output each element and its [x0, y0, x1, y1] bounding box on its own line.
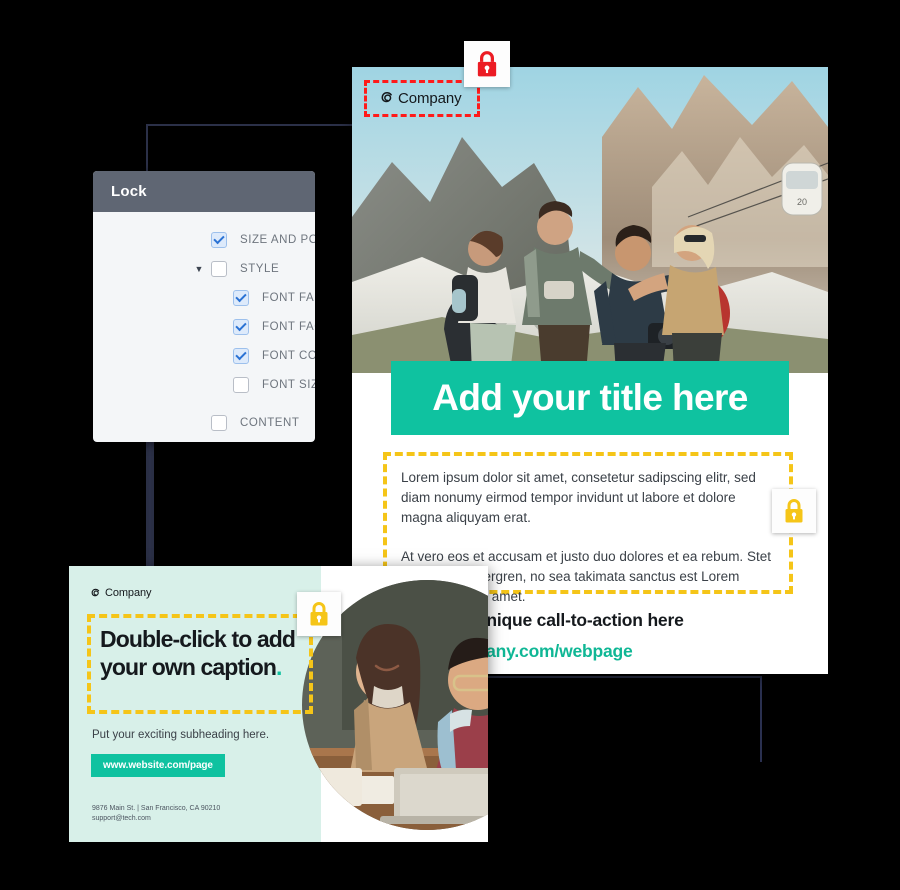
lock-panel[interactable]: Lock SIZE AND POSITION ▼ STYLE FONT FAMI…	[93, 171, 315, 442]
card-website-button[interactable]: www.website.com/page	[91, 754, 225, 777]
checkbox-font-color[interactable]	[233, 347, 249, 364]
card-subheading: Put your exciting subheading here.	[92, 729, 270, 741]
caption-lock-selection-yellow[interactable]: Double-click to add your own caption.	[87, 614, 313, 714]
caption-card-preview[interactable]: Company Double-click to add your own cap…	[69, 566, 488, 842]
lock-panel-header: Lock	[93, 171, 315, 212]
lock-option-label: CONTENT	[240, 416, 300, 429]
checkbox-font-size[interactable]	[233, 376, 249, 393]
lock-icon	[310, 602, 328, 626]
checkbox-font-family[interactable]	[233, 289, 249, 306]
poster-logo: Company	[378, 90, 462, 107]
lock-badge-red[interactable]	[464, 41, 510, 87]
card-address: 9876 Main St. | San Francisco, CA 90210 …	[92, 804, 220, 824]
lock-option-label: FONT COLOR	[262, 349, 315, 362]
lock-badge-yellow-card[interactable]	[297, 592, 341, 636]
lock-option-label: FONT SIZE	[262, 378, 315, 391]
checkbox-style[interactable]	[211, 260, 227, 277]
lock-option-font-size[interactable]: FONT SIZE	[93, 370, 315, 399]
lock-option-label: SIZE AND POSITION	[240, 233, 315, 246]
checkbox-content[interactable]	[211, 414, 227, 431]
logo-lock-selection-red[interactable]: Company	[364, 80, 480, 117]
connector-line-bottom	[480, 676, 762, 762]
lock-option-size-and-position[interactable]: SIZE AND POSITION	[93, 225, 315, 254]
lock-option-label: STYLE	[240, 262, 280, 275]
card-logo: Company	[89, 587, 151, 599]
chevron-down-icon[interactable]: ▼	[193, 264, 205, 274]
lock-option-style[interactable]: ▼ STYLE	[93, 254, 315, 283]
canvas: 20 Company Add your title here Lorem ips…	[0, 0, 900, 890]
spiral-logo-icon	[381, 92, 392, 103]
lock-panel-title: Lock	[111, 183, 147, 200]
card-caption-text: Double-click to add your own caption	[100, 626, 296, 680]
card-caption-period: .	[276, 654, 282, 680]
lock-option-font-family[interactable]: FONT FAMILY	[93, 283, 315, 312]
spiral-logo-icon	[91, 588, 100, 596]
poster-body-paragraph-1: Lorem ipsum dolor sit amet, consetetur s…	[401, 470, 756, 525]
card-caption: Double-click to add your own caption.	[100, 625, 300, 681]
lock-option-font-color[interactable]: FONT COLOR	[93, 341, 315, 370]
lock-options-list: SIZE AND POSITION ▼ STYLE FONT FAMILY FO…	[93, 212, 315, 437]
card-address-line-1: 9876 Main St. | San Francisco, CA 90210	[92, 805, 221, 812]
card-logo-text: Company	[105, 587, 152, 599]
lock-option-label: FONT FACE	[262, 320, 315, 333]
checkbox-size-and-position[interactable]	[211, 231, 227, 248]
lock-badge-yellow-poster[interactable]	[772, 489, 816, 533]
poster-logo-text: Company	[398, 90, 462, 107]
lock-icon	[477, 51, 497, 77]
checkbox-font-face[interactable]	[233, 318, 249, 335]
lock-icon	[785, 499, 803, 523]
poster-title-bar[interactable]: Add your title here	[391, 361, 789, 435]
lock-option-font-face[interactable]: FONT FACE	[93, 312, 315, 341]
svg-text:20: 20	[797, 197, 807, 207]
poster-title: Add your title here	[432, 377, 748, 418]
card-address-line-2: support@tech.com	[92, 815, 151, 822]
lock-option-content[interactable]: CONTENT	[93, 408, 315, 437]
lock-option-label: FONT FAMILY	[262, 291, 315, 304]
connector-line-left	[146, 440, 154, 578]
